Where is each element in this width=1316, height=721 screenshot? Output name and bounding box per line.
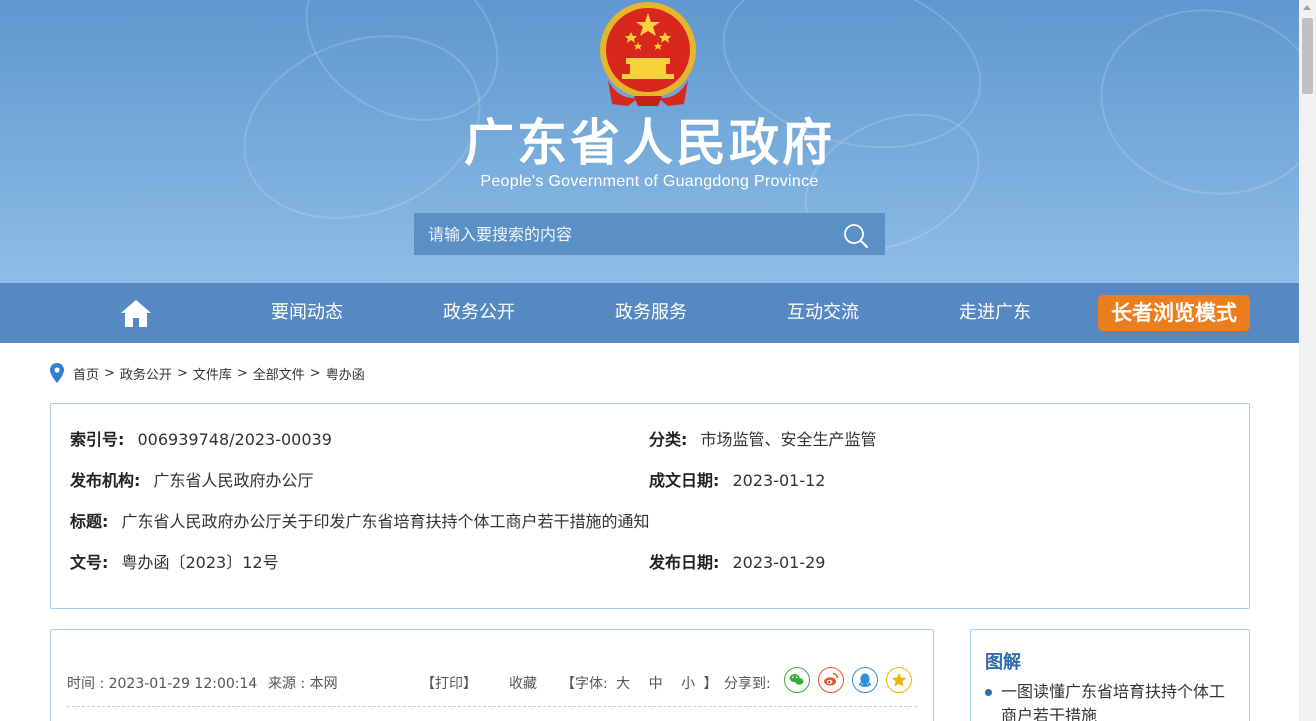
title-value: 广东省人民政府办公厅关于印发广东省培育扶持个体工商户若干措施的通知 [121, 512, 650, 531]
category: 分类: 市场监管、安全生产监管 [649, 426, 877, 450]
search-input[interactable] [414, 213, 824, 255]
search-box [414, 213, 885, 255]
list-item[interactable]: 一图读懂广东省培育扶持个体工商户若干措施 [985, 680, 1235, 721]
index-label: 索引号: [70, 430, 125, 449]
home-icon[interactable] [119, 297, 153, 329]
index-number: 索引号: 006939748/2023-00039 [70, 426, 332, 450]
font-small-button[interactable]: 小 [681, 676, 695, 692]
site-header: 广东省人民政府 People's Government of Guangdong… [0, 0, 1299, 283]
bullet-icon [985, 689, 992, 696]
wechat-icon[interactable] [784, 667, 810, 693]
elder-mode-button[interactable]: 长者浏览模式 [1098, 295, 1250, 331]
weibo-icon[interactable] [818, 667, 844, 693]
infographic-panel: 图解 一图读懂广东省培育扶持个体工商户若干措施 [970, 629, 1250, 721]
published-date: 发布日期: 2023-01-29 [649, 549, 825, 573]
published-label: 发布日期: [649, 553, 720, 572]
qzone-icon[interactable] [886, 667, 912, 693]
font-size-prefix: 【字体: [561, 676, 608, 692]
document-info-box: 索引号: 006939748/2023-00039 分类: 市场监管、安全生产监… [50, 403, 1250, 609]
article-time: 时间 : 2023-01-29 12:00:14 [67, 676, 258, 692]
nav-item-gov-affairs[interactable]: 政务公开 [414, 283, 544, 343]
publisher-label: 发布机构: [70, 471, 141, 490]
vertical-scrollbar[interactable] [1299, 0, 1316, 721]
doc-number: 文号: 粤办函〔2023〕12号 [70, 549, 279, 573]
font-medium-button[interactable]: 中 [649, 676, 663, 692]
category-label: 分类: [649, 430, 688, 449]
font-size-suffix: 】 [703, 676, 718, 692]
meta-divider [67, 706, 917, 707]
font-large-button[interactable]: 大 [616, 676, 630, 692]
breadcrumb-separator: > [236, 365, 248, 381]
index-value: 006939748/2023-00039 [137, 430, 332, 449]
font-size-controls: 【字体: 大 中 小 】 [561, 673, 718, 693]
list-item-label[interactable]: 一图读懂广东省培育扶持个体工商户若干措施 [985, 680, 1235, 721]
created-date: 成文日期: 2023-01-12 [649, 467, 825, 491]
breadcrumb-separator: > [104, 365, 115, 381]
print-button[interactable]: 【打印】 [421, 673, 477, 693]
publisher: 发布机构: 广东省人民政府办公厅 [70, 467, 314, 491]
site-subtitle: People's Government of Guangdong Provinc… [480, 173, 819, 190]
breadcrumb-doc-library[interactable]: 文件库 [193, 364, 232, 383]
location-pin-icon [50, 363, 64, 383]
share-label: 分享到: [724, 676, 771, 692]
breadcrumb-home[interactable]: 首页 [73, 364, 99, 383]
doc-no-label: 文号: [70, 553, 109, 572]
breadcrumb-gov-affairs[interactable]: 政务公开 [120, 364, 172, 383]
article-source: 来源 : 本网 [268, 676, 338, 692]
page: 广东省人民政府 People's Government of Guangdong… [0, 0, 1299, 721]
main-nav: 要闻动态 政务公开 政务服务 互动交流 走进广东 长者浏览模式 [0, 283, 1299, 343]
article-box: 时间 : 2023-01-29 12:00:14 来源 : 本网 【打印】 收藏… [50, 629, 934, 721]
national-emblem-icon [600, 2, 696, 106]
doc-title: 标题: 广东省人民政府办公厅关于印发广东省培育扶持个体工商户若干措施的通知 [70, 508, 650, 532]
qq-icon[interactable] [852, 667, 878, 693]
created-value: 2023-01-12 [732, 471, 826, 490]
category-value: 市场监管、安全生产监管 [700, 430, 877, 449]
publisher-value: 广东省人民政府办公厅 [153, 471, 314, 490]
site-title: 广东省人民政府 [464, 114, 835, 172]
search-icon[interactable] [839, 221, 873, 249]
nav-item-interaction[interactable]: 互动交流 [758, 283, 888, 343]
breadcrumb-current[interactable]: 粤办函 [326, 364, 365, 383]
breadcrumb-all-docs[interactable]: 全部文件 [253, 364, 305, 383]
breadcrumb: 首页 > 政务公开 > 文件库 > 全部文件 > 粤办函 [50, 362, 365, 384]
created-label: 成文日期: [649, 471, 720, 490]
title-label: 标题: [70, 512, 109, 531]
breadcrumb-separator: > [309, 365, 321, 381]
favorite-button[interactable]: 收藏 [509, 673, 537, 693]
panel-title: 图解 [985, 652, 1021, 673]
scrollbar-thumb[interactable] [1302, 18, 1313, 94]
breadcrumb-separator: > [176, 365, 188, 381]
published-value: 2023-01-29 [732, 553, 826, 572]
nav-item-about-guangdong[interactable]: 走进广东 [930, 283, 1060, 343]
scroll-up-icon[interactable] [1303, 5, 1311, 10]
nav-item-news[interactable]: 要闻动态 [242, 283, 372, 343]
doc-no-value: 粤办函〔2023〕12号 [121, 553, 279, 572]
nav-item-gov-services[interactable]: 政务服务 [586, 283, 716, 343]
